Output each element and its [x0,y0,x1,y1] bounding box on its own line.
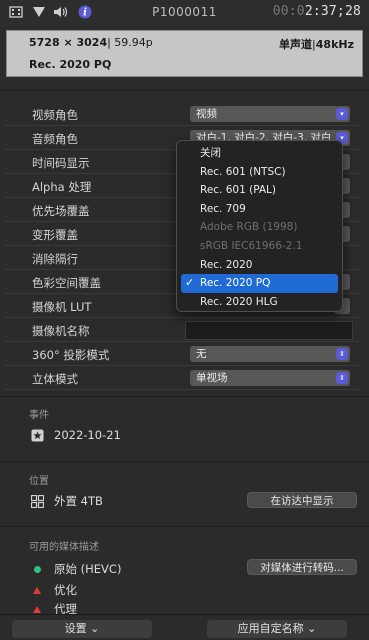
event-date: 2022-10-21 [54,428,121,442]
prop-label: 音频角色 [32,132,78,146]
prop-label: 摄像机 LUT [32,300,92,314]
props-divider [0,396,369,397]
menu-item-label: Rec. 601 (PAL) [200,184,276,197]
media-optimized-row: 优化 [30,582,77,598]
media-original-row: 原始 (HEVC) [30,561,121,577]
prop-label: Alpha 处理 [32,180,92,194]
menu-item-srgb: sRGB IEC61966-2.1 [181,237,338,256]
prop-360-projection: 360° 投影模式 无 ⇕ [4,342,361,366]
location-row: 外置 4TB [30,493,103,509]
menu-item-rec2020-hlg[interactable]: Rec. 2020 HLG [181,293,338,312]
video-role-popup[interactable]: 视频 ▾ [190,106,350,122]
menu-item-label: Rec. 2020 HLG [200,295,278,308]
prop-stereo-mode: 立体模式 单视场 ⇕ [4,366,361,390]
media-original: 原始 (HEVC) [54,562,122,576]
colorspace-menu: 关闭 Rec. 601 (NTSC) Rec. 601 (PAL) Rec. 7… [176,140,343,312]
prop-label: 消除隔行 [32,252,78,266]
popup-value: 视频 [196,108,217,120]
media-section-label: 可用的媒体描述 [29,542,99,553]
stereo-mode-popup[interactable]: 单视场 ⇕ [190,370,350,386]
prop-label: 立体模式 [32,372,78,386]
star-calendar-icon [30,428,44,442]
audio-info: 单声道|48kHz [279,36,354,52]
menu-item-label: Rec. 2020 PQ [200,277,271,290]
menu-item-label: Adobe RGB (1998) [200,221,298,234]
menu-item-off[interactable]: 关闭 [181,144,338,163]
samplerate: 48kHz [315,38,354,51]
menu-item-label: 关闭 [200,147,221,159]
transcode-media-button[interactable]: 对媒体进行转码... [247,559,357,575]
prop-label: 优先场覆盖 [32,204,90,218]
menu-item-adobe-rgb: Adobe RGB (1998) [181,218,338,237]
menu-item-label: Rec. 601 (NTSC) [200,165,286,178]
prop-camera-name: 摄像机名称 [4,318,361,342]
apply-custom-name-button[interactable]: 应用自定名称 ⌄ [207,620,347,638]
resolution: 5728 × 3024 [29,36,108,49]
menu-item-label: Rec. 709 [200,202,246,215]
available-dot-icon [30,562,44,576]
prop-label: 360° 投影模式 [32,348,110,362]
viewer-toolbar: i P1000011 00:02:37;28 [0,0,369,26]
menu-item-rec2020[interactable]: Rec. 2020 [181,256,338,275]
colorspace-label: Rec. 2020 PQ [29,58,112,71]
audio-channels: 单声道 [279,38,313,51]
prop-label: 变形覆盖 [32,228,78,242]
timecode-value: 2:37;28 [304,4,361,19]
media-optimized: 优化 [54,583,77,597]
event-section-label: 事件 [29,410,49,421]
library-grid-icon [30,494,44,508]
settings-button[interactable]: 设置 ⌄ [12,620,152,638]
location-section-label: 位置 [29,476,49,487]
menu-item-label: sRGB IEC61966-2.1 [200,239,303,252]
inspector-bottom-bar: 设置 ⌄ 应用自定名称 ⌄ [0,614,369,640]
prop-label: 视频角色 [32,108,78,122]
popup-value: 无 [196,348,207,360]
timecode-dim: 00:0 [272,4,305,19]
prop-video-role: 视频角色 视频 ▾ [4,102,361,126]
menu-item-rec2020-pq[interactable]: ✓ Rec. 2020 PQ [181,274,338,293]
prop-label: 时间码显示 [32,156,90,170]
menu-item-rec709[interactable]: Rec. 709 [181,200,338,219]
checkmark-icon: ✓ [185,276,195,290]
chevron-updown-icon: ⇕ [336,372,348,384]
projection-popup[interactable]: 无 ⇕ [190,346,350,362]
drive-name: 外置 4TB [54,494,103,508]
framerate: | 59.94p [107,36,153,49]
menu-item-label: Rec. 2020 [200,258,253,271]
timecode-display: 00:02:37;28 [273,4,361,19]
event-row: 2022-10-21 [30,428,121,442]
missing-warning-icon [30,583,44,597]
chevron-down-icon: ▾ [336,108,348,120]
prop-label: 色彩空间覆盖 [32,276,101,290]
reveal-in-finder-button[interactable]: 在访达中显示 [247,492,357,508]
camera-name-field[interactable] [185,321,353,340]
chevron-updown-icon: ⇕ [336,348,348,360]
event-divider [0,461,369,462]
header-divider [0,90,369,91]
menu-item-rec601-pal[interactable]: Rec. 601 (PAL) [181,181,338,200]
prop-label: 摄像机名称 [32,324,90,338]
menu-item-rec601-ntsc[interactable]: Rec. 601 (NTSC) [181,163,338,182]
location-divider [0,526,369,527]
popup-value: 单视场 [196,372,228,384]
clip-info-header: 5728 × 3024| 59.94p 单声道|48kHz Rec. 2020 … [6,30,363,77]
